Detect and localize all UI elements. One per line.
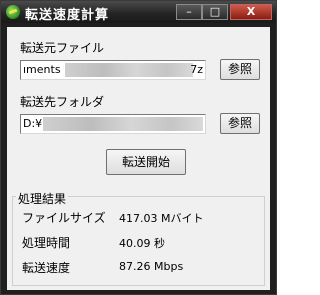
file-size-value: 417.03 Mバイト	[119, 212, 204, 225]
file-size-label: ファイルサイズ	[22, 211, 106, 225]
close-button[interactable]: X	[230, 4, 272, 20]
transfer-speed-value: 87.26 Mbps	[119, 260, 184, 273]
processing-time-label: 処理時間	[22, 236, 71, 250]
app-icon	[6, 5, 20, 19]
source-file-field[interactable]: ıments 7z	[20, 60, 206, 80]
destination-browse-button[interactable]: 参照	[220, 113, 260, 134]
title-bar[interactable]: 転送速度計算 – □ X	[1, 1, 276, 23]
source-file-value-end: 7z	[190, 63, 203, 76]
destination-folder-label: 転送先フォルダ	[20, 95, 105, 109]
processing-time-value: 40.09 秒	[119, 237, 165, 250]
destination-folder-field[interactable]: D:¥	[20, 114, 206, 134]
maximize-button[interactable]: □	[202, 4, 228, 20]
destination-folder-value: D:¥	[23, 117, 43, 130]
source-browse-button[interactable]: 参照	[220, 59, 260, 80]
app-window: 転送速度計算 – □ X 転送元ファイル ıments 7z 参照 転送先フォル…	[0, 0, 277, 295]
redacted-path	[43, 117, 203, 131]
redacted-path	[65, 63, 193, 77]
dialog-body: 転送元ファイル ıments 7z 参照 転送先フォルダ D:¥ 参照 転送開始…	[7, 27, 270, 290]
source-file-value-start: ıments	[23, 63, 61, 76]
results-title: 処理結果	[16, 190, 69, 207]
window-title: 転送速度計算	[25, 8, 110, 23]
start-transfer-button[interactable]: 転送開始	[106, 149, 186, 175]
source-file-label: 転送元ファイル	[20, 41, 105, 55]
minimize-button[interactable]: –	[176, 4, 202, 20]
transfer-speed-label: 転送速度	[22, 261, 71, 275]
